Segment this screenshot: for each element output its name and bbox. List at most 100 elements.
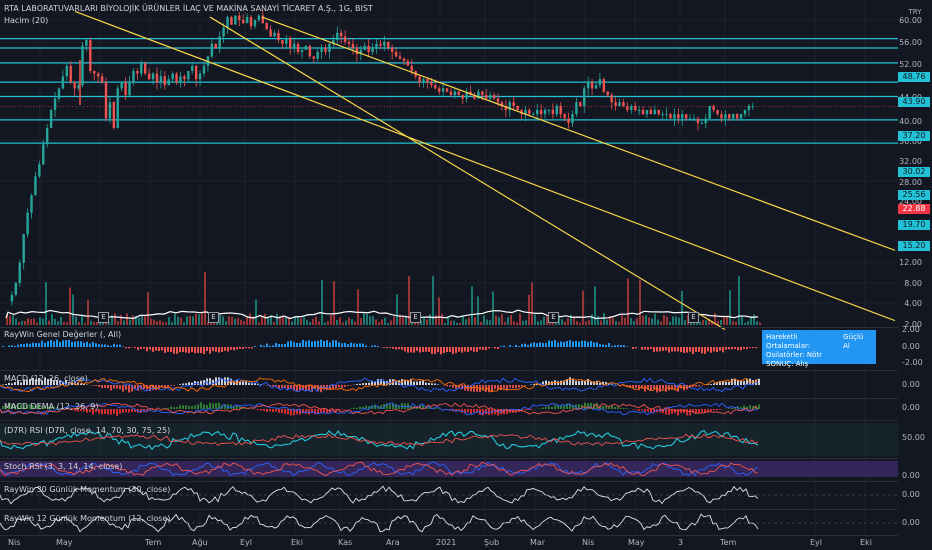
volume-bar — [276, 313, 278, 325]
raywin-bar — [278, 344, 280, 347]
earnings-marker[interactable]: E — [410, 312, 421, 323]
volume-bar — [423, 316, 425, 325]
raywin-bar — [65, 340, 67, 347]
indicator-title-macd-dema: MACD DEMA (12, 26, 9) — [4, 402, 99, 411]
candle-body — [555, 105, 558, 115]
raywin-bar — [77, 341, 79, 347]
volume-bar — [345, 320, 347, 325]
volume-bar — [243, 321, 245, 325]
macd-bar — [266, 385, 268, 386]
volume-bar — [588, 319, 590, 325]
candle-body — [751, 105, 754, 107]
macd-dema-bar — [200, 402, 202, 409]
earnings-marker[interactable]: E — [98, 312, 109, 323]
raywin-bar — [125, 347, 127, 349]
macd-dema-bar — [101, 409, 103, 415]
volume-bar — [618, 321, 620, 325]
candle-body — [316, 51, 319, 59]
raywin-bar — [614, 345, 616, 347]
volume-bar — [681, 290, 683, 325]
x-axis-label: Tem — [145, 538, 162, 547]
raywin-bar — [314, 341, 316, 347]
candle-body — [398, 56, 402, 59]
macd-dema-bar — [695, 409, 697, 414]
volume-bar — [354, 321, 356, 325]
earnings-marker[interactable]: E — [208, 312, 219, 323]
macd-dema-bar — [527, 409, 529, 411]
macd-dema-bar — [686, 409, 688, 416]
raywin-bar — [2, 345, 4, 347]
volume-bar — [75, 316, 77, 325]
raywin-bar — [287, 341, 289, 347]
raywin-bar — [440, 347, 442, 355]
raywin-bar — [725, 347, 727, 350]
raywin-bar — [140, 347, 142, 350]
raywin-bar — [458, 347, 460, 352]
raywin-bar — [587, 341, 589, 347]
candle-body — [100, 76, 104, 83]
raywin-bar — [620, 345, 622, 347]
candle-body — [202, 65, 206, 74]
candle-body — [340, 32, 343, 37]
x-axis-label: Kas — [338, 538, 353, 547]
volume-bar — [741, 315, 743, 325]
volume-bar — [489, 320, 491, 325]
candle-body — [712, 105, 715, 110]
raywin-bar — [398, 347, 400, 350]
macd-bar — [359, 383, 361, 385]
volume-bar — [486, 319, 488, 325]
volume-bar — [630, 318, 632, 325]
macd-dema-bar — [119, 409, 121, 414]
raywin-bar — [530, 343, 532, 347]
candle-body — [112, 102, 116, 128]
raywin-bar — [200, 347, 202, 354]
candle-body — [214, 43, 217, 48]
raywin-bar — [533, 342, 535, 347]
raywin-bar — [74, 341, 76, 347]
volume-bar — [162, 321, 164, 325]
indicator-title-momentum-12: RayWin 12 Günlük Momentum (12, close) — [4, 514, 171, 523]
macd-dema-bar — [107, 409, 109, 415]
candle-body — [438, 88, 441, 92]
volume-bar — [21, 320, 23, 325]
chart-canvas[interactable] — [0, 0, 932, 550]
volume-bar — [498, 317, 500, 325]
volume-bar — [567, 318, 569, 325]
macd-dema-bar — [638, 409, 640, 411]
candle-body — [696, 118, 700, 124]
volume-bar — [462, 316, 464, 325]
macd-bar — [248, 382, 250, 385]
volume-bar — [510, 314, 512, 325]
volume-bar — [267, 317, 269, 325]
candle-body — [536, 109, 539, 115]
macd-bar — [113, 385, 115, 389]
volume-bar — [591, 314, 593, 325]
raywin-bar — [305, 341, 307, 347]
candle-body — [245, 17, 249, 24]
candle-body — [147, 73, 151, 80]
panel-separator — [0, 509, 898, 510]
macd-dema-bar — [215, 402, 217, 409]
candle-body — [688, 118, 692, 120]
volume-bar — [600, 320, 602, 325]
volume-bar — [312, 318, 314, 325]
raywin-bar — [434, 347, 436, 354]
x-axis-label: Tem — [720, 538, 737, 547]
macd-bar — [743, 381, 745, 385]
candle-body — [708, 105, 711, 119]
candle-body — [379, 43, 382, 46]
volume-bar — [444, 322, 446, 325]
macd-dema-bar — [236, 405, 238, 409]
macd-bar — [272, 385, 274, 387]
macd-bar — [164, 385, 166, 388]
earnings-marker[interactable]: E — [548, 312, 559, 323]
earnings-marker[interactable]: E — [688, 312, 699, 323]
macd-bar — [695, 385, 697, 387]
candle-body — [194, 65, 198, 80]
volume-bar — [273, 322, 275, 325]
macd-bar — [494, 385, 496, 389]
volume-bar — [666, 316, 668, 325]
volume-bar — [375, 319, 377, 325]
raywin-bar — [731, 347, 733, 350]
raywin-bar — [350, 342, 352, 347]
